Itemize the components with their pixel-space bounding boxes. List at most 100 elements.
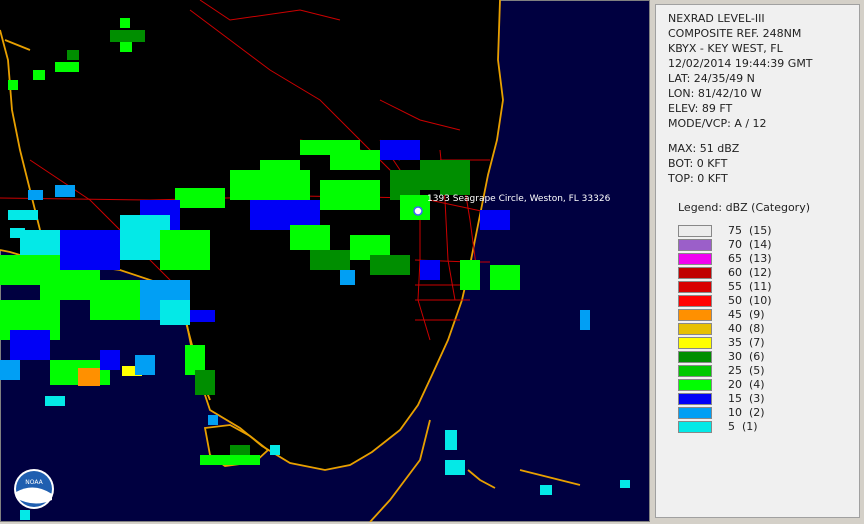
legend-item: 40 (8): [678, 322, 848, 336]
legend-swatch: [678, 407, 712, 419]
radar-cell: [290, 225, 330, 250]
radar-cell: [195, 370, 215, 395]
radar-cell: [8, 80, 18, 90]
radar-cell: [320, 180, 380, 210]
legend-item: 25 (5): [678, 364, 848, 378]
radar-cell: [135, 355, 155, 375]
bot-kft: BOT: 0 KFT: [668, 157, 728, 170]
legend-item: 50 (10): [678, 294, 848, 308]
legend-swatch: [678, 225, 712, 237]
legend-swatch: [678, 393, 712, 405]
legend-label: 65 (13): [728, 252, 772, 265]
radar-cell: [120, 18, 130, 28]
legend-swatch: [678, 295, 712, 307]
station-elev: ELEV: 89 FT: [668, 102, 733, 115]
legend-label: 45 (9): [728, 308, 765, 321]
radar-cell: [330, 150, 380, 170]
radar-cell: [10, 228, 25, 238]
radar-cell: [78, 368, 100, 386]
location-label: 1393 Seagrape Circle, Weston, FL 33326: [427, 194, 611, 204]
radar-cell: [620, 480, 630, 488]
legend-swatch: [678, 351, 712, 363]
legend-swatch: [678, 379, 712, 391]
radar-cell: [230, 445, 250, 455]
radar-cell: [230, 170, 310, 200]
legend-label: 60 (12): [728, 266, 772, 279]
legend-item: 55 (11): [678, 280, 848, 294]
station-name: KBYX - KEY WEST, FL: [668, 42, 783, 55]
legend-swatch: [678, 309, 712, 321]
legend-item: 15 (3): [678, 392, 848, 406]
radar-cell: [310, 250, 350, 270]
radar-cell: [0, 360, 20, 380]
radar-cell: [28, 190, 43, 200]
radar-cell: [370, 255, 410, 275]
scan-datetime: 12/02/2014 19:44:39 GMT: [668, 57, 813, 70]
legend-item: 35 (7): [678, 336, 848, 350]
legend-label: 40 (8): [728, 322, 765, 335]
radar-cell: [490, 265, 520, 290]
legend-label: 25 (5): [728, 364, 765, 377]
radar-cell: [175, 188, 225, 208]
radar-cell: [100, 350, 120, 370]
legend-item: 10 (2): [678, 406, 848, 420]
station-lat: LAT: 24/35/49 N: [668, 72, 755, 85]
legend-item: 45 (9): [678, 308, 848, 322]
radar-cell: [540, 485, 552, 495]
station-lon: LON: 81/42/10 W: [668, 87, 762, 100]
radar-cell: [208, 415, 218, 425]
legend-item: 60 (12): [678, 266, 848, 280]
radar-cell: [120, 42, 132, 52]
legend-label: 50 (10): [728, 294, 772, 307]
noaa-logo: NOAA: [14, 469, 54, 509]
legend-label: 75 (15): [728, 224, 772, 237]
radar-cell: [200, 455, 260, 465]
radar-cell: [160, 300, 190, 325]
radar-cell: [110, 30, 145, 42]
radar-cell: [440, 180, 470, 195]
info-panel: NEXRAD LEVEL-III COMPOSITE REF. 248NM KB…: [655, 4, 860, 518]
noaa-logo-text: NOAA: [25, 479, 43, 486]
legend-label: 35 (7): [728, 336, 765, 349]
radar-cell: [55, 185, 75, 197]
legend-swatch: [678, 323, 712, 335]
legend-label: 15 (3): [728, 392, 765, 405]
radar-cell: [420, 260, 440, 280]
product-name: NEXRAD LEVEL-III: [668, 12, 765, 25]
radar-cell: [190, 310, 215, 322]
radar-cell: [10, 330, 50, 360]
legend-item: 70 (14): [678, 238, 848, 252]
legend-label: 5 (1): [728, 420, 758, 433]
radar-cell: [270, 445, 280, 455]
radar-cell: [340, 270, 355, 285]
legend-item: 5 (1): [678, 420, 848, 434]
legend-label: 30 (6): [728, 350, 765, 363]
legend-swatch: [678, 253, 712, 265]
product-type: COMPOSITE REF. 248NM: [668, 27, 802, 40]
legend-item: 30 (6): [678, 350, 848, 364]
radar-cell: [580, 310, 590, 330]
radar-cell: [380, 140, 420, 160]
radar-cell: [20, 510, 30, 520]
legend-label: 55 (11): [728, 280, 772, 293]
radar-cell: [60, 230, 120, 270]
max-dbz: MAX: 51 dBZ: [668, 142, 740, 155]
radar-cell: [445, 430, 457, 450]
radar-map[interactable]: 1393 Seagrape Circle, Weston, FL 33326 N…: [0, 0, 650, 522]
legend-item: 20 (4): [678, 378, 848, 392]
legend-swatch: [678, 337, 712, 349]
legend-label: 70 (14): [728, 238, 772, 251]
mode-vcp: MODE/VCP: A / 12: [668, 117, 767, 130]
legend-item: 75 (15): [678, 224, 848, 238]
radar-cell: [33, 70, 45, 80]
radar-cell: [67, 50, 79, 60]
location-marker[interactable]: [413, 206, 423, 216]
radar-cell: [8, 210, 38, 220]
legend-swatch: [678, 421, 712, 433]
legend-item: 65 (13): [678, 252, 848, 266]
radar-cell: [460, 260, 480, 290]
top-kft: TOP: 0 KFT: [668, 172, 728, 185]
radar-cell: [160, 230, 210, 270]
legend-label: 10 (2): [728, 406, 765, 419]
legend-label: 20 (4): [728, 378, 765, 391]
